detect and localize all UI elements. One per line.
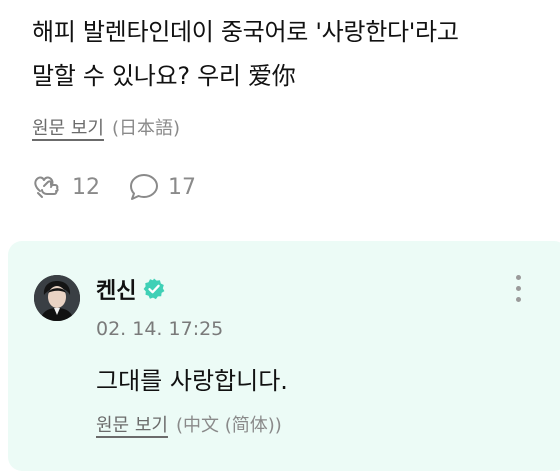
author-name[interactable]: 켄신 (96, 273, 136, 305)
reply-author-row: 켄신 (96, 273, 166, 305)
like-count: 12 (72, 174, 100, 200)
more-dot-icon (515, 286, 521, 291)
comment-count: 17 (168, 174, 196, 200)
reply-timestamp: 02. 14. 17:25 (96, 318, 224, 340)
reply-original-language: (中文 (简体)) (175, 415, 282, 436)
like-button[interactable]: 12 (32, 173, 100, 201)
verified-badge-icon (144, 278, 165, 300)
reply-text: 그대를 사랑합니다. (96, 367, 288, 395)
post-actions: 12 17 (32, 172, 542, 202)
post-text-line2: 말할 수 있나요? 우리 爱你 (32, 62, 296, 90)
more-options-button[interactable] (508, 275, 528, 307)
post: 해피 발렌타인데이 중국어로 '사랑한다'라고 말할 수 있나요? 우리 爱你 … (32, 10, 542, 202)
speech-bubble-icon (130, 174, 158, 200)
post-view-original-link[interactable]: 원문 보기 (32, 114, 104, 140)
post-text-line1: 해피 발렌타인데이 중국어로 '사랑한다'라고 (32, 18, 459, 46)
reply-card: 켄신 02. 14. 17:25 그대를 사랑합니다. 원문 보기 (中文 (简… (8, 241, 560, 471)
post-original-language: (日本語) (111, 118, 181, 139)
post-translate-row: 원문 보기 (日本語) (32, 114, 542, 140)
more-dot-icon (515, 297, 521, 302)
post-text: 해피 발렌타인데이 중국어로 '사랑한다'라고 말할 수 있나요? 우리 爱你 (32, 10, 542, 98)
reply-translate-row: 원문 보기 (中文 (简体)) (96, 411, 282, 437)
heart-hand-icon (34, 176, 59, 198)
reply-view-original-link[interactable]: 원문 보기 (96, 411, 168, 437)
comment-button[interactable]: 17 (128, 172, 196, 202)
avatar-portrait-icon (34, 275, 80, 321)
avatar[interactable] (34, 275, 80, 321)
more-dot-icon (515, 275, 521, 280)
